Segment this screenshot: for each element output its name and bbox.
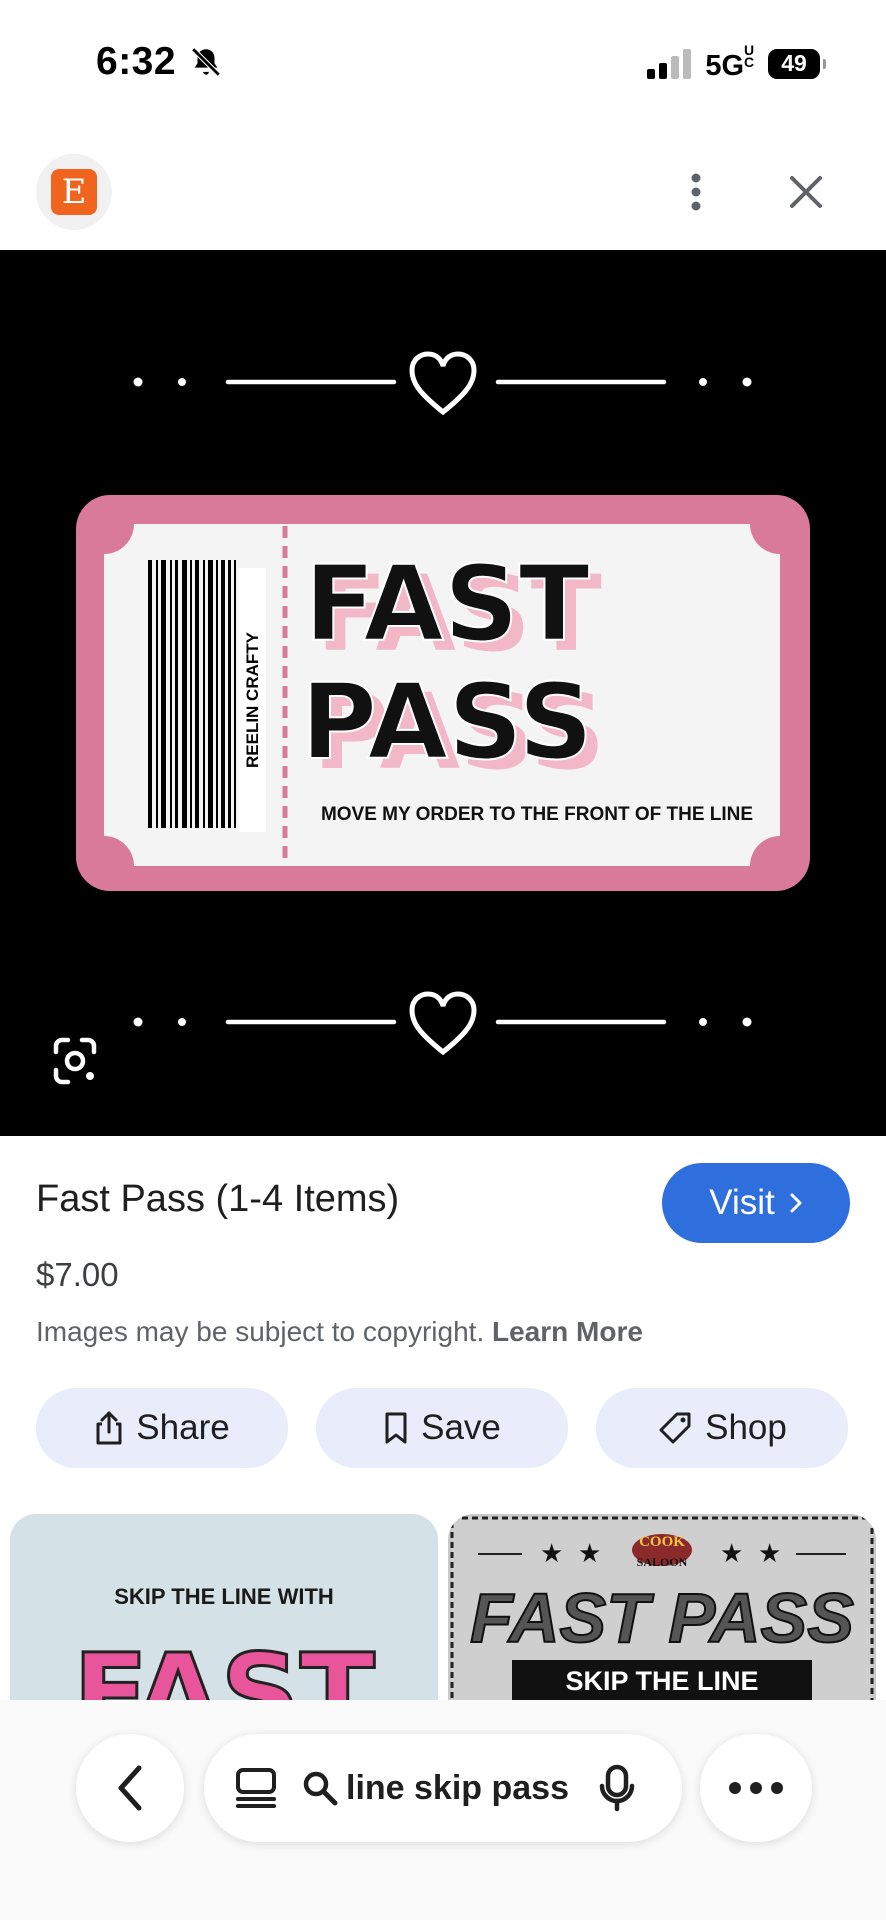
- more-options-button[interactable]: [676, 166, 716, 218]
- badge-top: COOK: [639, 1534, 685, 1550]
- visit-button[interactable]: Visit: [662, 1163, 850, 1243]
- close-icon: [790, 176, 822, 208]
- related-result-card[interactable]: SKIP THE LINE WITH FAST: [10, 1514, 438, 1700]
- shop-label: Shop: [705, 1408, 787, 1447]
- barcode: [148, 560, 236, 828]
- status-indicators: 5GUC 49: [647, 42, 826, 83]
- close-button[interactable]: [780, 166, 832, 218]
- etsy-logo-icon: E: [51, 169, 97, 215]
- copyright-text: Images may be subject to copyright.: [36, 1316, 485, 1347]
- tabs-icon[interactable]: [234, 1766, 278, 1810]
- svg-text:★: ★: [540, 1539, 563, 1569]
- ticket-line-2: PASS: [301, 661, 593, 783]
- lens-search-button[interactable]: [48, 1034, 102, 1088]
- share-label: Share: [136, 1408, 230, 1447]
- related-title: FAST PASS: [470, 1579, 854, 1657]
- share-icon: [96, 1411, 122, 1445]
- bell-muted-icon: [191, 47, 221, 77]
- save-label: Save: [421, 1408, 501, 1447]
- bookmark-icon: [385, 1412, 407, 1444]
- tag-icon: [659, 1412, 691, 1444]
- save-button[interactable]: Save: [316, 1388, 568, 1468]
- search-bar[interactable]: line skip pass: [204, 1734, 682, 1842]
- share-button[interactable]: Share: [36, 1388, 288, 1468]
- battery-icon: 49: [768, 48, 826, 79]
- chevron-right-icon: [790, 1193, 802, 1213]
- related-line-2: FAST: [73, 1630, 375, 1700]
- network-label: 5GUC: [705, 42, 755, 82]
- chevron-left-icon: [118, 1765, 142, 1811]
- badge-bottom: SALOON: [637, 1555, 688, 1569]
- ticket-caption: MOVE MY ORDER TO THE FRONT OF THE LINE: [321, 804, 753, 825]
- site-favicon[interactable]: E: [36, 154, 112, 230]
- related-image-1: SKIP THE LINE WITH FAST: [72, 1584, 377, 1700]
- learn-more-link[interactable]: Learn More: [492, 1316, 643, 1347]
- copyright-notice: Images may be subject to copyright. Lear…: [36, 1316, 643, 1348]
- heart-divider-top: [133, 351, 752, 416]
- search-icon: [303, 1771, 338, 1806]
- product-price: $7.00: [36, 1256, 119, 1293]
- related-line-1: SKIP THE LINE WITH: [114, 1584, 334, 1609]
- ticket-line-1: FAST: [304, 543, 590, 665]
- related-image-2: ★ ★ ★ ★ COOK SALOON FAST PASS SKIP THE L…: [450, 1516, 874, 1700]
- signal-icon: [647, 48, 692, 79]
- more-vert-icon: [691, 173, 701, 211]
- brand-text: REELIN CRAFTY: [243, 631, 262, 768]
- google-lens-icon: [53, 1037, 97, 1085]
- status-time: 6:32: [96, 40, 223, 84]
- more-horiz-icon: [729, 1782, 783, 1794]
- related-subtitle: SKIP THE LINE: [565, 1666, 758, 1696]
- svg-text:★: ★: [720, 1539, 743, 1569]
- product-image[interactable]: REELIN CRAFTY FAST FAST PASS PASS MOVE M…: [0, 250, 886, 1136]
- search-query[interactable]: line skip pass: [346, 1769, 569, 1808]
- heart-divider-bottom: [133, 991, 752, 1056]
- svg-text:★: ★: [578, 1539, 601, 1569]
- clock-text: 6:32: [96, 40, 177, 83]
- shop-button[interactable]: Shop: [596, 1388, 848, 1468]
- back-button[interactable]: [76, 1734, 184, 1842]
- related-result-card[interactable]: ★ ★ ★ ★ COOK SALOON FAST PASS SKIP THE L…: [448, 1514, 876, 1700]
- microphone-icon[interactable]: [599, 1764, 635, 1812]
- svg-text:★: ★: [758, 1539, 781, 1569]
- visit-label: Visit: [709, 1183, 775, 1222]
- fast-pass-ticket-image: REELIN CRAFTY FAST FAST PASS PASS MOVE M…: [76, 351, 810, 1056]
- product-title: Fast Pass (1-4 Items): [36, 1178, 400, 1220]
- more-menu-button[interactable]: [700, 1734, 812, 1842]
